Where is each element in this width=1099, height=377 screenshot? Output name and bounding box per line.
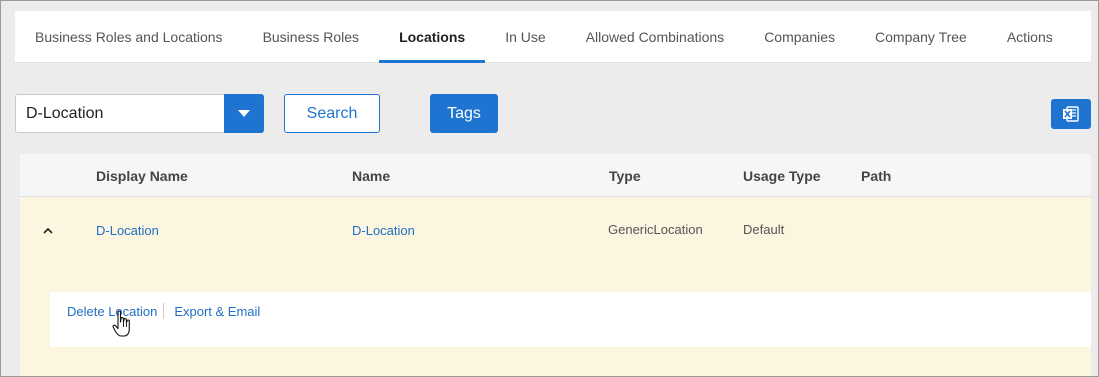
- export-excel-button[interactable]: [1051, 99, 1091, 129]
- export-email-link[interactable]: Export & Email: [174, 304, 260, 319]
- row-detail-actions: Delete Location Export & Email: [67, 303, 260, 319]
- tab-company-tree[interactable]: Company Tree: [855, 11, 987, 62]
- location-select[interactable]: D-Location: [15, 94, 264, 133]
- excel-icon: [1063, 106, 1079, 122]
- tags-button[interactable]: Tags: [430, 94, 498, 133]
- column-header-usage-type[interactable]: Usage Type: [743, 168, 821, 184]
- column-header-display-name[interactable]: Display Name: [96, 168, 188, 184]
- hand-cursor-icon: [112, 310, 130, 337]
- tab-business-roles-and-locations[interactable]: Business Roles and Locations: [15, 11, 243, 62]
- column-header-type[interactable]: Type: [609, 168, 641, 184]
- column-header-name[interactable]: Name: [352, 168, 390, 184]
- tab-locations[interactable]: Locations: [379, 11, 486, 63]
- row-detail-panel: Delete Location Export & Email: [50, 292, 1091, 347]
- app-content: Business Roles and Locations Business Ro…: [1, 1, 1098, 376]
- tab-companies[interactable]: Companies: [744, 11, 855, 62]
- chevron-down-icon: [238, 110, 250, 117]
- column-header-path[interactable]: Path: [861, 168, 891, 184]
- tab-bar: Business Roles and Locations Business Ro…: [15, 11, 1091, 63]
- tab-in-use[interactable]: In Use: [485, 11, 565, 62]
- tab-allowed-combinations[interactable]: Allowed Combinations: [566, 11, 745, 62]
- locations-table: Display Name Name Type Usage Type Path D…: [20, 154, 1091, 376]
- search-button[interactable]: Search: [284, 94, 380, 133]
- chevron-up-icon: [43, 227, 53, 234]
- location-select-value: D-Location: [26, 104, 104, 122]
- row-usage-type: Default: [743, 222, 785, 237]
- row-display-name-link[interactable]: D-Location: [96, 223, 159, 238]
- collapse-row-button[interactable]: [41, 224, 55, 238]
- row-name-link[interactable]: D-Location: [352, 223, 415, 238]
- location-select-toggle[interactable]: [224, 94, 264, 133]
- action-divider: [163, 303, 165, 319]
- tab-actions[interactable]: Actions: [987, 11, 1073, 62]
- row-type: GenericLocation: [608, 222, 703, 237]
- table-header: Display Name Name Type Usage Type Path: [20, 154, 1091, 197]
- tab-business-roles[interactable]: Business Roles: [243, 11, 380, 62]
